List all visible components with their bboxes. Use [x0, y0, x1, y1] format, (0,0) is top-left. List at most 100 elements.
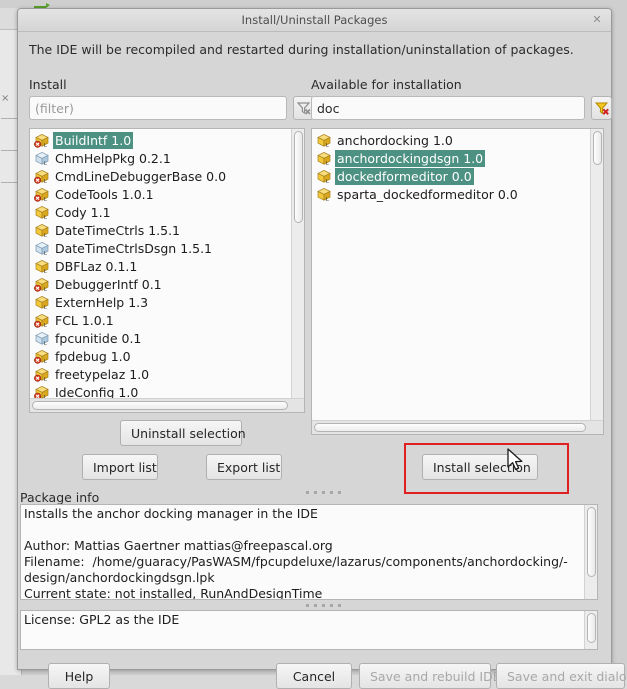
export-list-button[interactable]: Export list	[206, 454, 282, 480]
save-and-rebuild-ide-button[interactable]: Save and rebuild IDE	[359, 663, 491, 689]
package-icon: L	[34, 222, 50, 238]
package-installed-icon: L	[34, 276, 50, 292]
scrollbar-thumb[interactable]	[593, 131, 602, 165]
list-item[interactable]: Lanchordockingdsgn 1.0	[314, 149, 590, 167]
svg-text:L: L	[44, 251, 47, 256]
close-icon[interactable]: ✕	[591, 14, 603, 26]
import-list-button[interactable]: Import list	[82, 454, 158, 480]
package-info-textarea[interactable]: Installs the anchor docking manager in t…	[20, 504, 598, 600]
list-item[interactable]: LFCL 1.0.1	[32, 311, 291, 329]
help-button[interactable]: Help	[48, 663, 110, 689]
dialog-titlebar[interactable]: Install/Uninstall Packages ✕	[18, 9, 611, 32]
install-selection-button[interactable]: Install selection	[422, 454, 538, 480]
package-installed-icon: L	[34, 312, 50, 328]
list-item[interactable]: L DateTimeCtrls 1.5.1	[32, 221, 291, 239]
text-line: design/anchordockingdsgn.lpk	[24, 570, 581, 586]
install-list-vertical-scrollbar[interactable]	[291, 129, 304, 412]
package-name: dockedformeditor 0.0	[335, 168, 474, 185]
svg-text:L: L	[44, 161, 47, 166]
install-filter-input[interactable]	[29, 96, 287, 120]
scrollbar-thumb[interactable]	[32, 401, 288, 410]
dialog-body: The IDE will be recompiled and restarted…	[18, 32, 611, 670]
list-item[interactable]: L Cody 1.1	[32, 203, 291, 221]
package-installed-icon: L	[34, 312, 50, 328]
text-line: License: GPL2 as the IDE	[24, 612, 581, 628]
package-name: CodeTools 1.0.1	[53, 186, 156, 203]
license-info-content: License: GPL2 as the IDE	[21, 611, 584, 649]
package-name: DateTimeCtrls 1.5.1	[53, 222, 182, 239]
filter-clear-icon	[594, 100, 610, 116]
list-item[interactable]: LDebuggerIntf 0.1	[32, 275, 291, 293]
package-name: fpdebug 1.0	[53, 348, 133, 365]
package-icon: L	[34, 258, 50, 274]
package-installed-icon: L	[34, 348, 50, 364]
package-design-icon: L	[34, 240, 50, 256]
list-item[interactable]: Lfpcunitide 0.1	[32, 329, 291, 347]
available-packages-listbox[interactable]: Lanchordocking 1.0Lanchordockingdsgn 1.0…	[311, 128, 604, 435]
package-icon: L	[316, 132, 332, 148]
list-item[interactable]: LDateTimeCtrlsDsgn 1.5.1	[32, 239, 291, 257]
list-item[interactable]: LExternHelp 1.3	[32, 293, 291, 311]
svg-text:L: L	[44, 233, 47, 238]
dialog-title: Install/Uninstall Packages	[18, 13, 611, 27]
package-name: sparta_dockedformeditor 0.0	[335, 186, 520, 203]
background-close-icon: ×	[1, 93, 9, 104]
scrollbar-thumb[interactable]	[294, 131, 303, 223]
save-and-exit-dialog-button[interactable]: Save and exit dialog	[496, 663, 625, 689]
cancel-button[interactable]: Cancel	[276, 663, 352, 689]
svg-text:L: L	[326, 179, 329, 184]
package-installed-icon: L	[34, 348, 50, 364]
package-installed-icon: L	[34, 366, 50, 382]
text-line: Filename: /home/guaracy/PasWASM/fpcupdel…	[24, 554, 581, 570]
list-item[interactable]: LBuildIntf 1.0	[32, 131, 291, 149]
install-list-horizontal-scrollbar[interactable]	[30, 398, 304, 412]
list-item[interactable]: Lfreetypelaz 1.0	[32, 365, 291, 383]
svg-text:L: L	[44, 215, 47, 220]
scrollbar-thumb[interactable]	[314, 423, 586, 432]
package-installed-icon: L	[34, 168, 50, 184]
svg-text:L: L	[44, 143, 47, 148]
package-icon: L	[316, 132, 332, 148]
license-info-vertical-scrollbar[interactable]	[584, 611, 597, 649]
list-item[interactable]: LDBFLaz 0.1.1	[32, 257, 291, 275]
available-filter-clear-button[interactable]	[591, 96, 612, 120]
available-list-horizontal-scrollbar[interactable]	[312, 420, 603, 434]
package-name: freetypelaz 1.0	[53, 366, 151, 383]
list-item[interactable]: Lanchordocking 1.0	[314, 131, 590, 149]
package-icon: L	[316, 150, 332, 166]
list-item[interactable]: L ChmHelpPkg 0.2.1	[32, 149, 291, 167]
package-icon: L	[34, 294, 50, 310]
svg-text:L: L	[44, 269, 47, 274]
available-list-vertical-scrollbar[interactable]	[590, 129, 603, 434]
filter-clear-icon	[296, 100, 312, 116]
package-name: Cody 1.1	[53, 204, 113, 221]
svg-text:L: L	[326, 143, 329, 148]
list-item[interactable]: Ldockedformeditor 0.0	[314, 167, 590, 185]
svg-text:L: L	[44, 341, 47, 346]
package-name: anchordocking 1.0	[335, 132, 455, 149]
intro-message: The IDE will be recompiled and restarted…	[29, 42, 574, 57]
svg-text:L: L	[326, 197, 329, 202]
package-name: ChmHelpPkg 0.2.1	[53, 150, 173, 167]
scrollbar-thumb[interactable]	[587, 507, 596, 577]
package-icon: L	[34, 294, 50, 310]
available-packages-list: Lanchordocking 1.0Lanchordockingdsgn 1.0…	[312, 129, 590, 434]
install-packages-listbox[interactable]: LBuildIntf 1.0LChmHelpPkg 0.2.1LCmdLineD…	[29, 128, 305, 413]
install-column-label: Install	[29, 77, 67, 92]
list-item[interactable]: LCmdLineDebuggerBase 0.0	[32, 167, 291, 185]
available-filter-input[interactable]	[311, 96, 585, 120]
license-info-textarea[interactable]: License: GPL2 as the IDE	[20, 610, 598, 650]
package-installed-icon: L	[34, 168, 50, 184]
svg-text:L: L	[326, 161, 329, 166]
list-item[interactable]: Lsparta_dockedformeditor 0.0	[314, 185, 590, 203]
list-item[interactable]: Lfpdebug 1.0	[32, 347, 291, 365]
splitter-handle[interactable]	[306, 604, 341, 607]
splitter-handle[interactable]	[306, 491, 341, 494]
package-info-vertical-scrollbar[interactable]	[584, 505, 597, 599]
package-icon: L	[34, 222, 50, 238]
svg-text:L: L	[44, 197, 47, 202]
scrollbar-thumb[interactable]	[587, 613, 596, 643]
uninstall-selection-button[interactable]: Uninstall selection	[120, 420, 242, 446]
list-item[interactable]: L CodeTools 1.0.1	[32, 185, 291, 203]
package-installed-icon: L	[34, 132, 50, 148]
